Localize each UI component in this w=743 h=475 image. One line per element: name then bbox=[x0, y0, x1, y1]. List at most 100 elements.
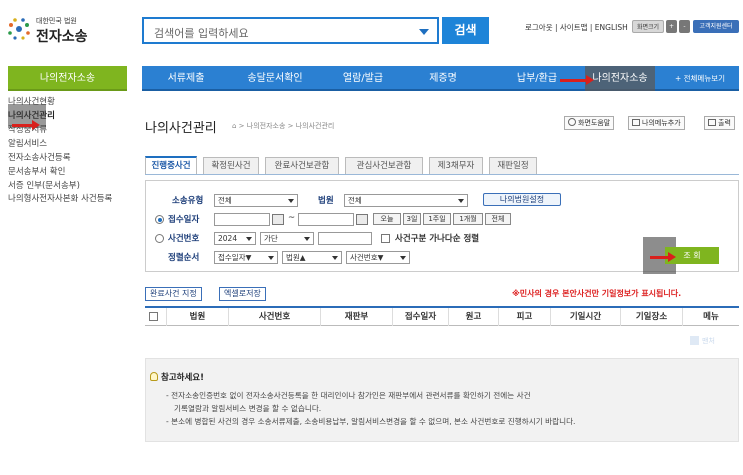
chevron-down-icon bbox=[288, 199, 294, 203]
case-type-select[interactable]: 전체 bbox=[214, 194, 298, 207]
nav-item-certificate[interactable]: 제증명 bbox=[420, 66, 466, 91]
add-my-menu-label: 나의메뉴추가 bbox=[642, 119, 681, 127]
tab-confirmed[interactable]: 확정된사건 bbox=[203, 157, 259, 175]
range-today-button[interactable]: 오늘 bbox=[373, 213, 401, 225]
sidebar-item-doc-send[interactable]: 문서송부서 확인 bbox=[8, 166, 127, 180]
export-excel-button[interactable]: 엑셀로저장 bbox=[219, 287, 266, 301]
screen-help-button[interactable]: 화면도움말 bbox=[564, 116, 615, 130]
info-line: 기록열람과 알림서비스 변경을 할 수 없습니다. bbox=[174, 404, 322, 413]
tab-in-progress[interactable]: 진행중사건 bbox=[145, 156, 197, 175]
sidebar-item-evidence[interactable]: 서증 인부(문서송부) bbox=[8, 180, 127, 194]
case-year-select[interactable]: 2024 bbox=[214, 232, 256, 245]
case-number-input[interactable] bbox=[318, 232, 372, 245]
date-separator: ~ bbox=[288, 213, 296, 223]
sidebar-item-criminal-register[interactable]: 나의형사전자사본화 사건등록 bbox=[8, 194, 127, 220]
pagination-first-label: 맨처 bbox=[702, 337, 715, 345]
case-type-code-value: 가단 bbox=[264, 234, 278, 243]
nav-all-menu[interactable]: + 전체메뉴보기 bbox=[666, 66, 734, 91]
breadcrumb: ⌂ > 나의전자소송 > 나의사건관리 bbox=[232, 121, 334, 131]
tab-interest-archive[interactable]: 관심사건보관함 bbox=[345, 157, 423, 175]
receipt-date-radio[interactable] bbox=[155, 215, 164, 224]
select-all-cell bbox=[145, 308, 167, 326]
court-select[interactable]: 전체 bbox=[344, 194, 468, 207]
receipt-date-label: 접수일자 bbox=[168, 215, 200, 225]
case-number-radio[interactable] bbox=[155, 234, 164, 243]
home-icon[interactable]: ⌂ bbox=[232, 122, 239, 130]
sort-casenum-select[interactable]: 사건번호▼ bbox=[346, 251, 410, 264]
breadcrumb-text: > 나의전자소송 > 나의사건관리 bbox=[238, 122, 335, 130]
court-label: 법원 bbox=[318, 196, 334, 206]
range-1week-button[interactable]: 1주일 bbox=[423, 213, 451, 225]
search-button[interactable]: 검색 bbox=[442, 17, 489, 44]
column-header: 원고 bbox=[449, 308, 499, 326]
print-button[interactable]: 출력 bbox=[704, 116, 735, 130]
chevron-down-icon bbox=[304, 237, 310, 241]
chevron-down-icon bbox=[400, 256, 406, 260]
info-line: - 본소에 병합된 사건의 경우 소송서류제출, 소송비용납부, 알림서비스변경… bbox=[166, 417, 576, 426]
alpha-sort-label: 사건구분 가나다순 정렬 bbox=[395, 234, 480, 244]
info-line: - 전자소송인증번호 없이 전자소송사건등록을 한 대리인이나 참가인은 재판부… bbox=[166, 391, 531, 400]
chevron-down-icon bbox=[246, 237, 252, 241]
nav-item-view-issue[interactable]: 열람/발급 bbox=[330, 66, 396, 91]
chevron-down-icon bbox=[458, 199, 464, 203]
pagination-first[interactable]: 맨처 bbox=[690, 336, 715, 346]
tab-third-debtor[interactable]: 제3채무자 bbox=[429, 157, 483, 175]
column-header: 기일장소 bbox=[621, 308, 683, 326]
column-header: 법원 bbox=[167, 308, 229, 326]
court-logo[interactable]: 대한민국 법원 전자소송 bbox=[4, 14, 114, 48]
case-type-label: 소송유형 bbox=[172, 196, 204, 206]
range-1month-button[interactable]: 1개월 bbox=[453, 213, 483, 225]
nav-item-delivery[interactable]: 송달문서확인 bbox=[236, 66, 314, 91]
column-header: 기일시간 bbox=[551, 308, 621, 326]
logo-title: 전자소송 bbox=[36, 29, 88, 45]
print-label: 출력 bbox=[718, 119, 731, 127]
end-date-input[interactable] bbox=[298, 213, 354, 226]
chevron-down-icon[interactable] bbox=[419, 29, 429, 35]
range-3day-button[interactable]: 3일 bbox=[403, 213, 421, 225]
sort-order-label: 정렬순서 bbox=[168, 253, 200, 263]
utility-links[interactable]: 로그아웃 | 사이트맵 | ENGLISH bbox=[525, 22, 628, 33]
column-header: 재판부 bbox=[321, 308, 393, 326]
court-emblem-icon bbox=[8, 18, 30, 40]
civil-case-notice: ※민사의 경우 본안사건만 기일정보가 표시됩니다. bbox=[512, 289, 682, 298]
font-decrease-button[interactable]: - bbox=[679, 20, 690, 33]
sort-casenum-value: 사건번호▼ bbox=[350, 253, 384, 262]
sidebar-item-case-register[interactable]: 전자소송사건등록 bbox=[8, 152, 127, 166]
court-value: 전체 bbox=[348, 196, 362, 205]
help-center-button[interactable]: 고객지원센터 bbox=[693, 20, 739, 33]
calendar-icon[interactable] bbox=[356, 214, 368, 225]
sidebar-item-alerts[interactable]: 알림서비스 bbox=[8, 138, 127, 152]
sort-date-select[interactable]: 접수일자▼ bbox=[214, 251, 278, 264]
search-placeholder: 검색어를 입력하세요 bbox=[154, 27, 249, 40]
my-court-setting-button[interactable]: 나의법원설정 bbox=[483, 193, 561, 206]
font-increase-button[interactable]: + bbox=[666, 20, 677, 33]
tab-trial-schedule[interactable]: 재판일정 bbox=[489, 157, 537, 175]
page-title: 나의사건관리 bbox=[145, 121, 217, 136]
add-my-menu-button[interactable]: 나의메뉴추가 bbox=[628, 116, 685, 130]
tabs-underline bbox=[145, 174, 739, 175]
chevron-down-icon bbox=[332, 256, 338, 260]
sort-court-select[interactable]: 법원▲ bbox=[282, 251, 342, 264]
column-header: 접수일자 bbox=[393, 308, 449, 326]
alpha-sort-checkbox[interactable] bbox=[381, 234, 390, 243]
start-date-input[interactable] bbox=[214, 213, 270, 226]
range-all-button[interactable]: 전체 bbox=[485, 213, 511, 225]
column-header: 사건번호 bbox=[229, 308, 321, 326]
logo-subtitle: 대한민국 법원 bbox=[36, 17, 77, 25]
search-input[interactable]: 검색어를 입력하세요 bbox=[142, 17, 439, 44]
tab-completed-archive[interactable]: 완료사건보관함 bbox=[265, 157, 339, 175]
case-type-value: 전체 bbox=[218, 196, 232, 205]
annotation-arrow-nav bbox=[560, 75, 594, 85]
nav-item-submit[interactable]: 서류제출 bbox=[156, 66, 216, 91]
select-all-checkbox[interactable] bbox=[149, 312, 158, 321]
case-type-code-select[interactable]: 가단 bbox=[260, 232, 314, 245]
nav-item-my-ecourt[interactable]: 나의전자소송 bbox=[585, 66, 655, 91]
info-title: 참고하세요! bbox=[150, 371, 204, 383]
info-title-text: 참고하세요! bbox=[161, 373, 204, 383]
calendar-icon[interactable] bbox=[272, 214, 284, 225]
mark-completed-button[interactable]: 완료사건 지정 bbox=[145, 287, 202, 301]
case-year-value: 2024 bbox=[218, 234, 238, 243]
annotation-arrow-sidebar bbox=[12, 120, 40, 130]
case-table-header: 법원 사건번호 재판부 접수일자 원고 피고 기일시간 기일장소 메뉴 bbox=[145, 306, 739, 326]
first-page-icon bbox=[690, 336, 699, 345]
